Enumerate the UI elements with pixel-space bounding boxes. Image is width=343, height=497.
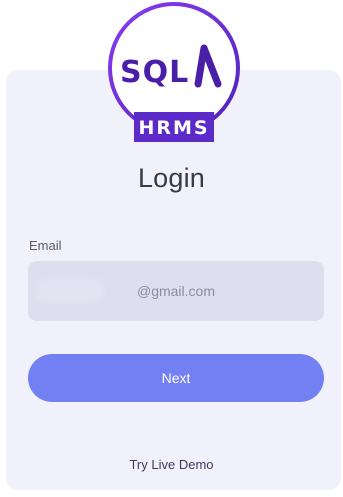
logo-badge-text: HRMS <box>138 117 209 139</box>
logo-mark-text: SQL <box>120 55 189 90</box>
next-button[interactable]: Next <box>28 354 324 402</box>
sql-hrms-logo: SQL HRMS <box>108 2 240 142</box>
try-live-demo-link[interactable]: Try Live Demo <box>0 457 343 472</box>
page-title: Login <box>137 163 206 193</box>
email-redaction <box>36 279 104 303</box>
email-label: Email <box>29 238 62 253</box>
